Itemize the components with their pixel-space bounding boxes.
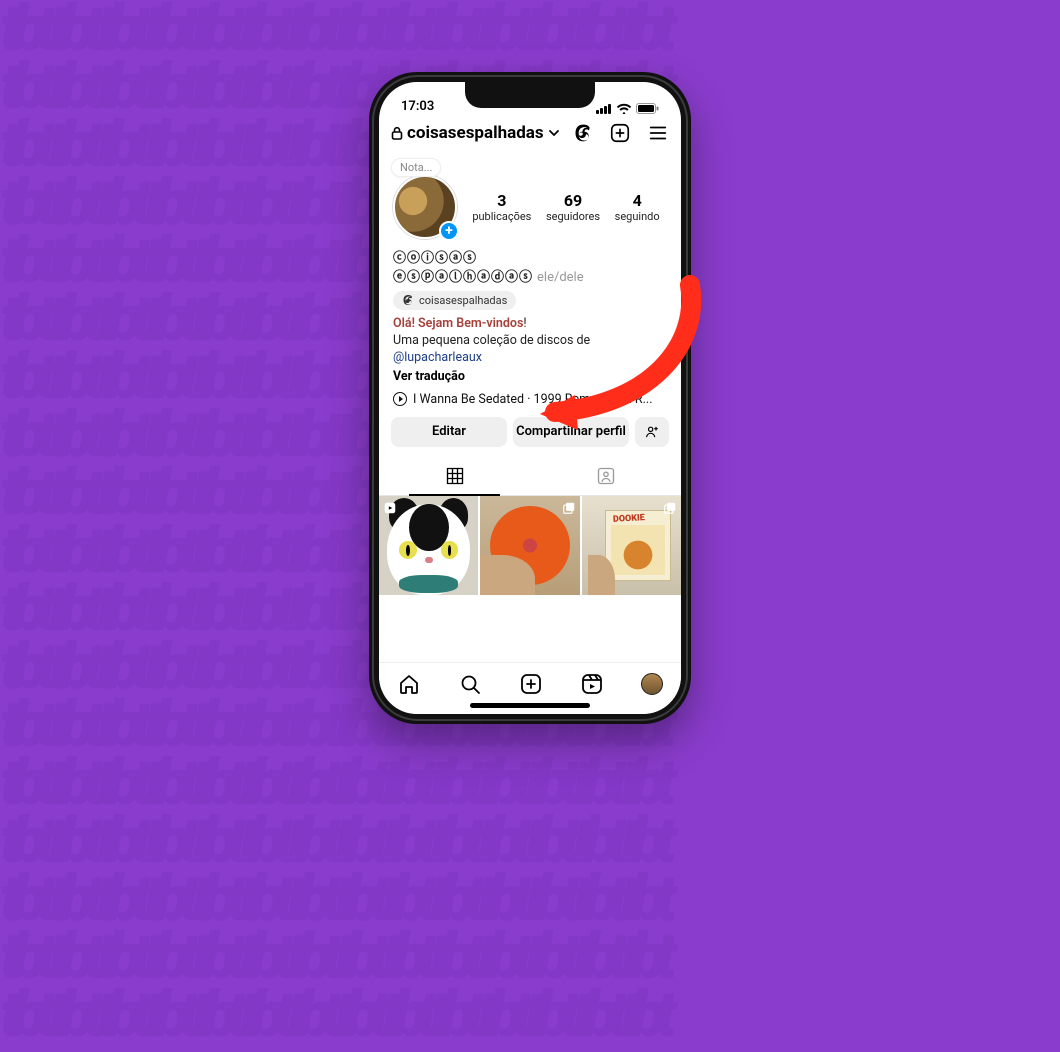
album-title: DOOKIE bbox=[613, 513, 645, 525]
profile-avatar[interactable]: + bbox=[393, 175, 457, 239]
reels-icon bbox=[580, 672, 604, 696]
battery-icon bbox=[636, 103, 659, 114]
bio-greeting: Olá! Sejam Bem-vindos bbox=[393, 316, 523, 331]
nav-search[interactable] bbox=[458, 672, 482, 696]
stat-following-count: 4 bbox=[615, 191, 660, 210]
threads-icon bbox=[573, 123, 593, 143]
stat-followers[interactable]: 69 seguidores bbox=[546, 191, 600, 223]
hamburger-icon bbox=[647, 122, 669, 144]
nav-reels[interactable] bbox=[580, 672, 604, 696]
stat-following-label: seguindo bbox=[615, 210, 660, 223]
carousel-badge-icon bbox=[562, 500, 576, 519]
share-profile-button[interactable]: Compartilhar perfil bbox=[513, 417, 629, 447]
post-thumbnail[interactable]: DOOKIE bbox=[582, 496, 681, 595]
pronouns: ele/dele bbox=[537, 270, 584, 285]
bio-greeting-excl: ! bbox=[523, 316, 526, 331]
post-thumbnail[interactable] bbox=[379, 496, 478, 595]
profile-tabs bbox=[379, 457, 681, 496]
tagged-icon bbox=[596, 466, 616, 486]
display-name: ⓒⓞⓘⓢⓐⓢ ⓔⓢⓟⓐⓛⓗⓐⓓⓐⓢ bbox=[393, 251, 533, 285]
music-play-icon bbox=[393, 392, 407, 406]
signal-icon bbox=[596, 103, 612, 114]
header-username: coisasespalhadas bbox=[407, 123, 544, 143]
create-button[interactable] bbox=[609, 122, 631, 144]
profile-action-row: Editar Compartilhar perfil bbox=[379, 407, 681, 447]
search-icon bbox=[458, 672, 482, 696]
status-icons bbox=[596, 103, 659, 114]
stat-posts-count: 3 bbox=[472, 191, 531, 210]
phone-screen: 17:03 coisasespalhadas bbox=[379, 82, 681, 714]
menu-button[interactable] bbox=[647, 122, 669, 144]
threads-handle: coisasespalhadas bbox=[419, 294, 507, 307]
lock-icon bbox=[391, 126, 403, 140]
reel-badge-icon bbox=[383, 500, 397, 519]
stat-posts[interactable]: 3 publicações bbox=[472, 191, 531, 223]
bio-line2: Uma pequena coleção de discos de bbox=[393, 333, 590, 348]
nav-home[interactable] bbox=[397, 672, 421, 696]
profile-stats: 3 publicações 69 seguidores 4 seguindo bbox=[465, 191, 667, 223]
edit-profile-button[interactable]: Editar bbox=[391, 417, 507, 447]
chevron-down-icon bbox=[548, 127, 560, 139]
app-header: coisasespalhadas bbox=[379, 116, 681, 150]
plus-square-icon bbox=[609, 122, 631, 144]
profile-music[interactable]: I Wanna Be Sedated · 1999 Remastered R..… bbox=[393, 392, 667, 407]
status-time: 17:03 bbox=[401, 99, 434, 114]
carousel-badge-icon bbox=[663, 500, 677, 519]
phone-notch bbox=[465, 82, 595, 108]
threads-icon bbox=[402, 294, 414, 306]
posts-grid: DOOKIE bbox=[379, 496, 681, 595]
nav-profile[interactable] bbox=[641, 673, 663, 695]
home-indicator bbox=[470, 703, 590, 708]
threads-chip[interactable]: coisasespalhadas bbox=[393, 291, 516, 310]
stat-following[interactable]: 4 seguindo bbox=[615, 191, 660, 223]
threads-button[interactable] bbox=[573, 123, 593, 143]
stat-followers-count: 69 bbox=[546, 191, 600, 210]
add-story-badge[interactable]: + bbox=[439, 221, 459, 241]
post-thumbnail[interactable] bbox=[480, 496, 579, 595]
nav-avatar-icon bbox=[641, 673, 663, 695]
music-title: I Wanna Be Sedated · 1999 Remastered R..… bbox=[413, 392, 653, 407]
bio-mention[interactable]: @lupacharleaux bbox=[393, 350, 482, 365]
see-translation[interactable]: Ver tradução bbox=[393, 369, 667, 384]
plus-square-icon bbox=[519, 672, 543, 696]
discover-people-button[interactable] bbox=[635, 417, 669, 447]
home-icon bbox=[397, 672, 421, 696]
username-dropdown[interactable]: coisasespalhadas bbox=[391, 123, 560, 143]
grid-icon bbox=[445, 466, 465, 486]
add-person-icon bbox=[644, 424, 660, 440]
tab-grid[interactable] bbox=[379, 457, 530, 495]
wifi-icon bbox=[616, 103, 632, 114]
stat-posts-label: publicações bbox=[472, 210, 531, 223]
display-name-row: ⓒⓞⓘⓢⓐⓢ ⓔⓢⓟⓐⓛⓗⓐⓓⓐⓢ ele/dele bbox=[393, 247, 667, 285]
story-note[interactable]: Nota... bbox=[391, 158, 441, 177]
phone-frame: 17:03 coisasespalhadas bbox=[369, 72, 691, 724]
stat-followers-label: seguidores bbox=[546, 210, 600, 223]
nav-create[interactable] bbox=[519, 672, 543, 696]
bio: Olá! Sejam Bem-vindos! Uma pequena coleç… bbox=[393, 316, 667, 367]
tab-tagged[interactable] bbox=[530, 457, 681, 495]
